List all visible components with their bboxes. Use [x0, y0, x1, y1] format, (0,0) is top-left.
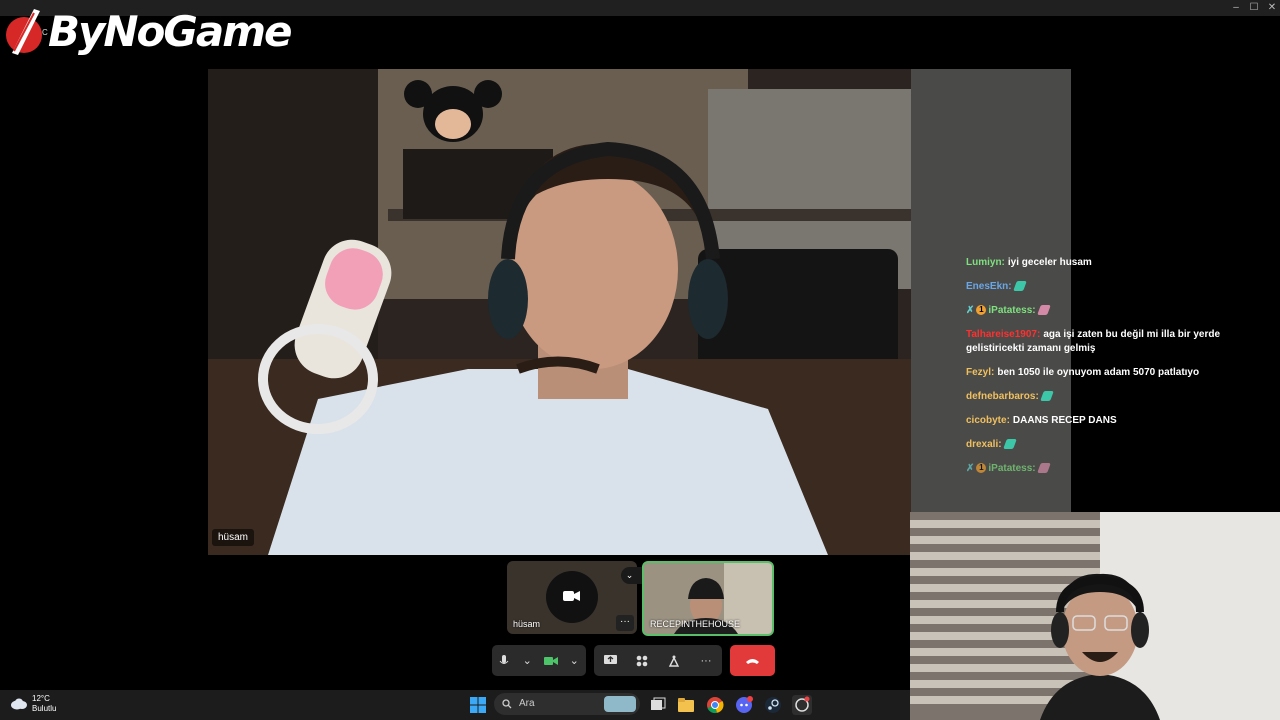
camera-icon[interactable] — [539, 649, 563, 673]
chat-message: Lumiyn: iyi geceler husam — [966, 256, 1256, 270]
emote-icon — [1036, 305, 1051, 316]
chat-text: DAANS RECEP DANS — [1012, 415, 1117, 426]
activities-icon[interactable] — [630, 649, 654, 673]
task-view-icon[interactable] — [648, 695, 668, 715]
main-video-scene — [208, 69, 911, 555]
chat-message: defnebarbaros: — [966, 390, 1256, 404]
streamer-webcam-scene — [910, 512, 1280, 720]
chat-username: Fezyl: — [966, 367, 995, 378]
chat-username: EnesEkn: — [966, 281, 1012, 292]
chat-message: ✗ 1 iPatatess: — [966, 304, 1256, 318]
search-placeholder: Ara — [519, 698, 535, 709]
chat-username: defnebarbaros: — [966, 391, 1039, 402]
call-actions: ··· — [594, 645, 722, 676]
sub-badge-icon: 1 — [976, 305, 987, 316]
chat-message: EnesEkn: — [966, 280, 1256, 294]
steam-icon[interactable] — [763, 695, 783, 715]
logo-small-text: C — [42, 28, 48, 37]
microphone-icon[interactable] — [492, 649, 516, 673]
streamer-webcam — [910, 512, 1280, 720]
camera-off-icon — [563, 591, 580, 601]
maximize-button[interactable]: ☐ — [1244, 0, 1264, 16]
participant-name: hüsam — [513, 619, 541, 629]
emote-icon — [1002, 439, 1017, 450]
sword-badge-icon: ✗ — [966, 305, 975, 316]
windows-start-icon[interactable] — [468, 695, 488, 715]
chat-message: ✗ 1 iPatatess: — [966, 462, 1256, 476]
chat-username: drexali: — [966, 439, 1002, 450]
participant-tile[interactable]: hüsam ··· — [507, 561, 637, 634]
chat-message: Talhareise1907: aga işi zaten bu değil mi… — [966, 328, 1256, 356]
taskbar-search[interactable]: Ara — [494, 693, 640, 715]
discord-icon[interactable] — [734, 695, 754, 715]
minimize-button[interactable]: – — [1226, 0, 1246, 16]
chat-username: Lumiyn: — [966, 257, 1005, 268]
chat-username: iPatatess: — [988, 305, 1036, 316]
weather-temperature: 12°C — [32, 694, 50, 703]
chrome-icon[interactable] — [705, 695, 725, 715]
emote-icon — [1039, 391, 1054, 402]
chat-username: iPatatess: — [988, 463, 1036, 474]
search-icon — [502, 699, 512, 709]
app-icon[interactable] — [792, 695, 812, 715]
weather-widget[interactable]: 12°C Bulutlu — [10, 694, 56, 714]
main-participant-name: hüsam — [212, 529, 255, 546]
chat-overlay: Lumiyn: iyi geceler husam EnesEkn: ✗ 1 iPat… — [966, 256, 1256, 486]
chat-text: iyi geceler husam — [1007, 257, 1092, 268]
close-button[interactable]: ✕ — [1262, 0, 1280, 16]
logo-mark-icon — [6, 9, 42, 55]
more-options-button[interactable]: ··· — [616, 615, 634, 631]
chat-username: Talhareise1907: — [966, 329, 1041, 340]
hang-up-button[interactable] — [730, 645, 775, 676]
file-explorer-icon[interactable] — [676, 695, 696, 715]
cloud-icon — [11, 698, 27, 710]
phone-hangup-icon — [746, 659, 759, 664]
more-options-icon[interactable]: ··· — [694, 649, 718, 673]
search-highlight-icon — [604, 696, 636, 712]
chat-message: cicobyte: DAANS RECEP DANS — [966, 414, 1256, 428]
participant-name: RECEPINTHEHOUSE — [650, 619, 741, 629]
weather-description: Bulutlu — [32, 704, 57, 713]
chevron-down-icon[interactable]: ⌄ — [516, 649, 540, 673]
sub-badge-icon: 1 — [976, 463, 987, 474]
emote-icon — [1036, 463, 1051, 474]
sword-badge-icon: ✗ — [966, 463, 975, 474]
screen-share-icon[interactable] — [598, 649, 622, 673]
chat-text: ben 1050 ile oynuyom adam 5070 patlatıyo — [997, 367, 1200, 378]
logo-text: ByNoGame — [48, 6, 292, 56]
emote-icon — [1012, 281, 1027, 292]
chat-username: cicobyte: — [966, 415, 1010, 426]
av-controls: ⌄ ⌄ — [492, 645, 586, 676]
chevron-down-icon[interactable]: ⌄ — [626, 570, 634, 581]
main-video-feed[interactable] — [208, 69, 911, 555]
chat-message: Fezyl: ben 1050 ile oynuyom adam 5070 pat… — [966, 366, 1256, 380]
chat-message: drexali: — [966, 438, 1256, 452]
chevron-down-icon[interactable]: ⌄ — [563, 649, 587, 673]
participant-tile[interactable]: RECEPINTHEHOUSE — [642, 561, 774, 636]
soundboard-icon[interactable] — [662, 649, 686, 673]
